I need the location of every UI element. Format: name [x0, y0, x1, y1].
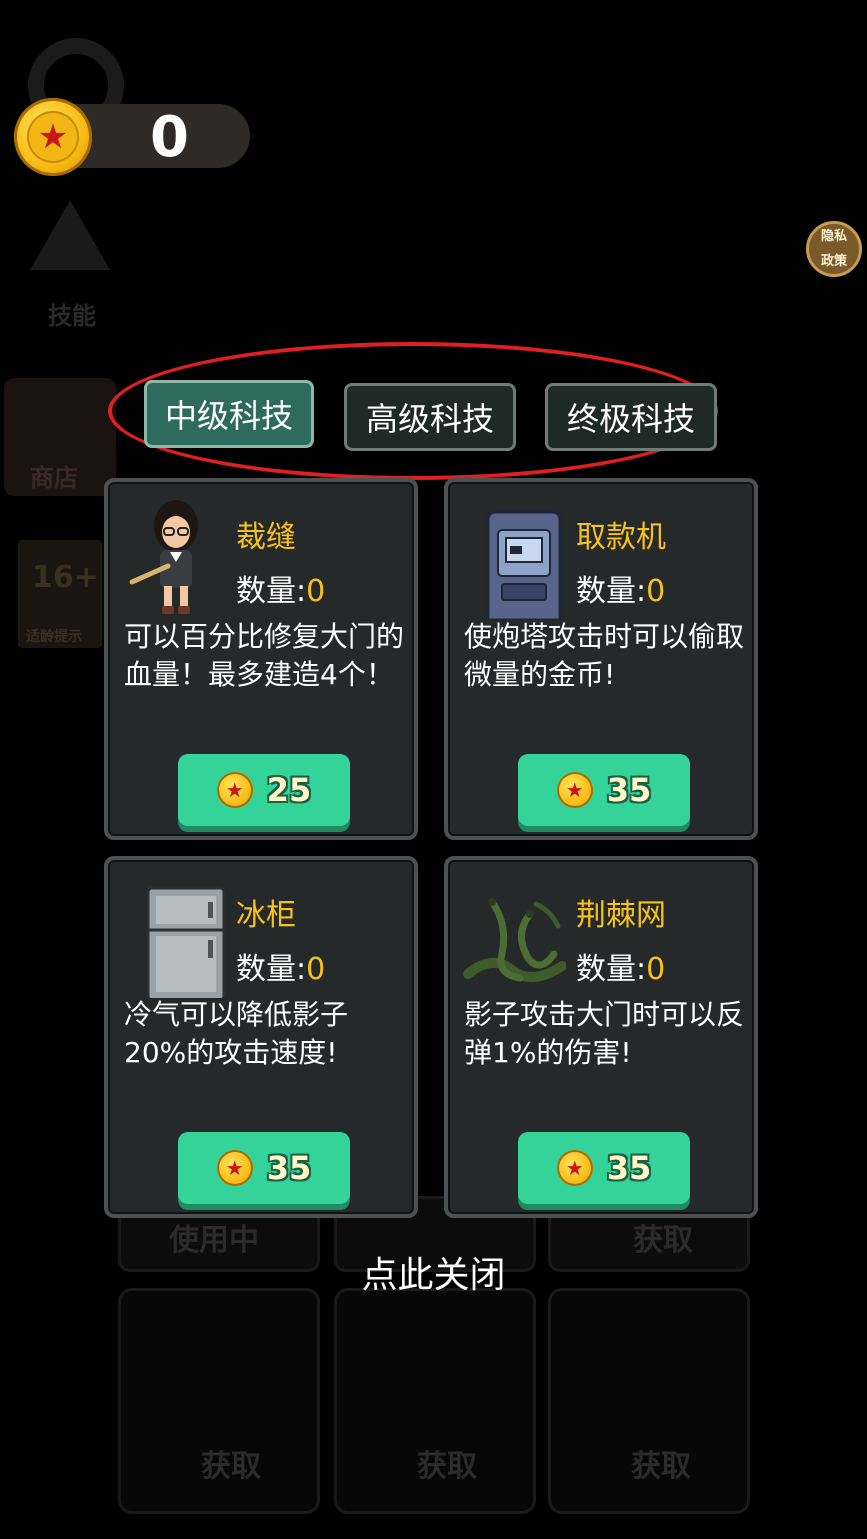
- privacy-policy-button[interactable]: 隐私 政策: [806, 221, 862, 277]
- bg-character-card-2: 获取: [334, 1288, 536, 1514]
- buy-price: 35: [266, 1149, 312, 1187]
- age-rating-badge: 16+ 适龄提示: [18, 540, 102, 648]
- star-coin-icon: ★: [216, 1150, 253, 1186]
- age-rating-label: 适龄提示: [26, 629, 82, 645]
- bg-get-label-4: 获取: [417, 1449, 477, 1484]
- shop-menu-button: 商店: [4, 378, 116, 496]
- skill-label: 技能: [48, 302, 96, 330]
- age-rating-value: 16+: [32, 560, 99, 595]
- tech-card-freezer: 冰柜 数量:0 冷气可以降低影子20%的攻击速度! ★ 35: [104, 856, 418, 1218]
- item-quantity: 数量:0: [576, 566, 665, 610]
- quantity-value: 0: [306, 574, 326, 609]
- item-description: 冷气可以降低影子20%的攻击速度!: [124, 998, 349, 1069]
- shop-label: 商店: [30, 464, 78, 492]
- item-description: 影子攻击大门时可以反弹1%的伤害!: [464, 998, 745, 1069]
- item-name: 裁缝: [236, 520, 296, 555]
- thorn-vine-icon: [462, 874, 567, 998]
- quantity-label: 数量:: [236, 574, 307, 609]
- item-name: 取款机: [576, 520, 666, 555]
- coin-count: 0: [150, 105, 189, 170]
- tech-card-thorn-net: 荆棘网 数量:0 影子攻击大门时可以反弹1%的伤害! ★ 35: [444, 856, 758, 1218]
- star-coin-icon: ★: [556, 772, 593, 808]
- quantity-label: 数量:: [236, 952, 307, 987]
- freezer-icon: [122, 874, 226, 1002]
- atm-machine-icon: [462, 496, 566, 622]
- item-quantity: 数量:0: [236, 566, 325, 610]
- item-description: 使炮塔攻击时可以偷取微量的金币!: [464, 620, 745, 691]
- tab-advanced-tech[interactable]: 高级科技: [344, 383, 516, 451]
- bg-character-card-1: 获取: [118, 1288, 320, 1514]
- star-coin-icon: ★: [216, 772, 253, 808]
- quantity-value: 0: [646, 574, 666, 609]
- privacy-label-line1: 隐私: [820, 228, 847, 244]
- buy-button-atm[interactable]: ★ 35: [518, 754, 690, 826]
- item-quantity: 数量:0: [576, 944, 665, 988]
- quantity-label: 数量:: [576, 952, 647, 987]
- tab-intermediate-tech[interactable]: 中级科技: [144, 380, 314, 448]
- close-panel-button[interactable]: 点此关闭: [0, 1246, 867, 1298]
- tab-ultimate-tech[interactable]: 终极科技: [545, 383, 717, 451]
- buy-button-tailor[interactable]: ★ 25: [178, 754, 350, 826]
- star-coin-icon: ★: [14, 98, 92, 176]
- buy-price: 35: [606, 771, 652, 809]
- tech-card-atm: 取款机 数量:0 使炮塔攻击时可以偷取微量的金币! ★ 35: [444, 478, 758, 840]
- bg-get-label-3: 获取: [201, 1449, 261, 1484]
- privacy-label-line2: 政策: [820, 253, 847, 269]
- buy-price: 25: [266, 771, 312, 809]
- quantity-label: 数量:: [576, 574, 647, 609]
- star-coin-icon: ★: [556, 1150, 593, 1186]
- buy-price: 35: [606, 1149, 652, 1187]
- buy-button-thorn-net[interactable]: ★ 35: [518, 1132, 690, 1204]
- quantity-value: 0: [306, 952, 326, 987]
- skill-menu-button: 技能: [8, 200, 128, 330]
- item-name: 荆棘网: [576, 898, 666, 933]
- bg-character-card-3: 获取: [548, 1288, 750, 1514]
- item-description: 可以百分比修复大门的血量！最多建造4个！: [124, 620, 405, 691]
- item-quantity: 数量:0: [236, 944, 325, 988]
- bg-get-label-5: 获取: [631, 1449, 691, 1484]
- quantity-value: 0: [646, 952, 666, 987]
- buy-button-freezer[interactable]: ★ 35: [178, 1132, 350, 1204]
- tech-card-tailor: 裁缝 数量:0 可以百分比修复大门的血量！最多建造4个！ ★ 25: [104, 478, 418, 840]
- item-name: 冰柜: [236, 898, 296, 933]
- tailor-character-icon: [122, 496, 226, 620]
